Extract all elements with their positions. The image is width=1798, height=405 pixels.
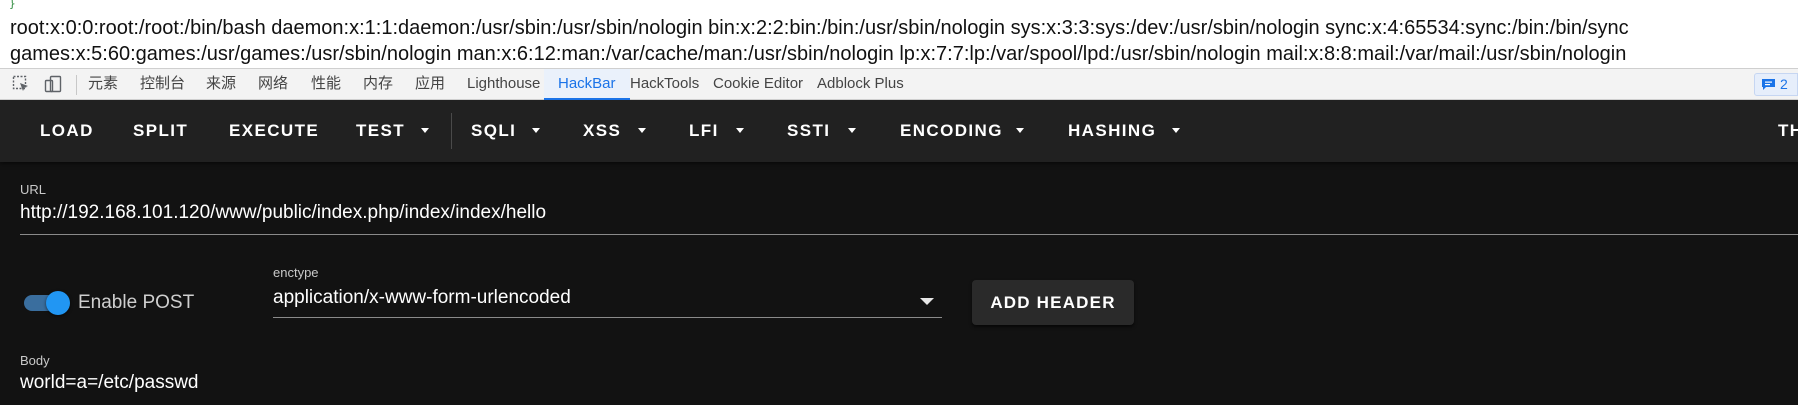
sqli-menu-button[interactable]: SQLI	[471, 100, 516, 162]
enable-post-toggle-thumb[interactable]	[46, 291, 70, 315]
add-header-button[interactable]: ADD HEADER	[972, 280, 1134, 325]
enctype-label: enctype	[273, 265, 319, 280]
xss-menu-button[interactable]: XSS	[583, 100, 621, 162]
passwd-output-line-2: games:x:5:60:games:/usr/games:/usr/sbin/…	[10, 43, 1627, 65]
ssti-chevron-down-icon	[848, 128, 856, 133]
enctype-select[interactable]: application/x-www-form-urlencoded	[273, 287, 571, 309]
enable-post-label: Enable POST	[78, 292, 195, 313]
split-button[interactable]: SPLIT	[133, 100, 188, 162]
test-chevron-down-icon	[421, 128, 429, 133]
hashing-menu-button[interactable]: HASHING	[1068, 100, 1156, 162]
messages-badge[interactable]: 2	[1754, 73, 1798, 96]
ssti-menu-button[interactable]: SSTI	[787, 100, 830, 162]
tab-memory[interactable]: 内存	[363, 69, 393, 100]
tab-cookie-editor[interactable]: Cookie Editor	[713, 69, 803, 100]
url-input[interactable]: http://192.168.101.120/www/public/index.…	[20, 202, 546, 224]
tab-lighthouse[interactable]: Lighthouse	[467, 69, 540, 100]
message-icon	[1761, 78, 1776, 91]
tab-hackbar[interactable]: HackBar	[544, 69, 630, 100]
url-input-underline	[20, 234, 1798, 235]
tab-console[interactable]: 控制台	[140, 69, 185, 100]
closing-brace: }	[9, 0, 16, 10]
execute-button[interactable]: EXECUTE	[229, 100, 319, 162]
tab-adblock-plus[interactable]: Adblock Plus	[817, 69, 904, 100]
hackbar-toolbar: LOAD SPLIT EXECUTE TEST SQLI XSS LFI SST…	[0, 100, 1798, 162]
enctype-underline	[273, 317, 942, 318]
tab-performance[interactable]: 性能	[311, 69, 341, 100]
xss-chevron-down-icon	[638, 128, 646, 133]
body-label: Body	[20, 353, 50, 368]
lfi-menu-button[interactable]: LFI	[689, 100, 719, 162]
sqli-chevron-down-icon	[532, 128, 540, 133]
tab-sources[interactable]: 来源	[206, 69, 236, 100]
tab-network[interactable]: 网络	[258, 69, 288, 100]
url-label: URL	[20, 182, 47, 197]
body-input[interactable]: world=a=/etc/passwd	[20, 372, 199, 394]
toolbar-divider	[451, 113, 452, 149]
load-button[interactable]: LOAD	[40, 100, 94, 162]
message-count: 2	[1780, 76, 1788, 92]
hackbar-panel: LOAD SPLIT EXECUTE TEST SQLI XSS LFI SST…	[0, 100, 1798, 405]
lfi-chevron-down-icon	[736, 128, 744, 133]
inspect-element-icon[interactable]	[12, 75, 30, 93]
passwd-output-line-1: root:x:0:0:root:/root:/bin/bash daemon:x…	[10, 17, 1629, 39]
encoding-chevron-down-icon	[1016, 128, 1024, 133]
devtools-tab-bar: 元素 控制台 来源 网络 性能 内存 应用 Lighthouse HackBar…	[0, 68, 1798, 100]
devtools-separator	[76, 75, 77, 95]
tab-application[interactable]: 应用	[415, 69, 445, 100]
hashing-chevron-down-icon	[1172, 128, 1180, 133]
test-menu-button[interactable]: TEST	[356, 100, 405, 162]
theme-button[interactable]: TH	[1778, 100, 1798, 162]
encoding-menu-button[interactable]: ENCODING	[900, 100, 1003, 162]
page-output: } root:x:0:0:root:/root:/bin/bash daemon…	[0, 0, 1798, 66]
enctype-chevron-down-icon[interactable]	[920, 298, 934, 305]
tab-elements[interactable]: 元素	[88, 69, 118, 100]
device-toolbar-icon[interactable]	[44, 75, 62, 93]
tab-hacktools[interactable]: HackTools	[630, 69, 699, 100]
